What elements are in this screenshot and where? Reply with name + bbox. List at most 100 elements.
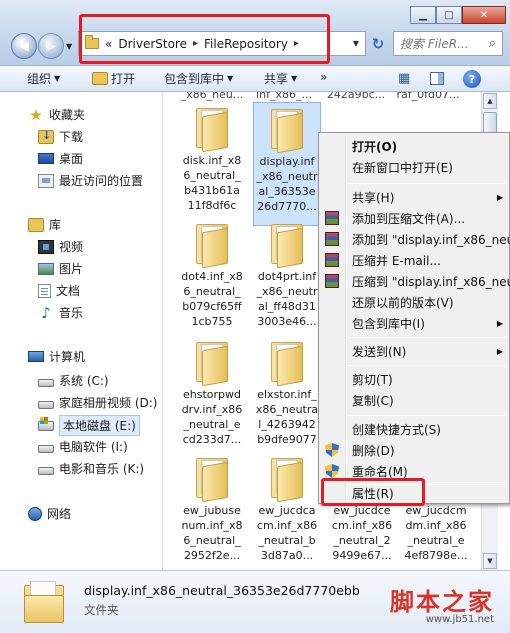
- nav-drive-k[interactable]: 电影和音乐 (K:): [38, 460, 144, 477]
- file-name-partial[interactable]: 242a9bc...: [322, 92, 390, 101]
- nav-label: 图片: [59, 262, 84, 276]
- nav-desktop[interactable]: 桌面: [38, 150, 83, 167]
- nav-recent-places[interactable]: 最近访问的位置: [38, 172, 143, 189]
- back-button[interactable]: ◀: [11, 33, 37, 59]
- menu-separator: [347, 415, 507, 416]
- help-button[interactable]: ?: [463, 70, 481, 88]
- winrar-icon: [325, 274, 339, 288]
- nav-label: 计算机: [49, 350, 86, 364]
- menu-item-compress-to-named[interactable]: 压缩到 "display.inf_x86_neut: [319, 271, 510, 292]
- file-name-partial[interactable]: inf_x86_...: [250, 92, 318, 101]
- menu-item-copy[interactable]: 复制(C): [319, 390, 509, 411]
- folder-item[interactable]: dot4.inf_x8 6_neutral_ b079cf65ff 1cb755: [178, 222, 246, 329]
- scroll-down-button[interactable]: ▼: [483, 553, 497, 569]
- file-name-partial[interactable]: raf_0fd07...: [394, 92, 462, 101]
- menu-label: 压缩到 "display.inf_x86_neut: [352, 275, 510, 289]
- video-library-icon: [38, 239, 54, 254]
- refresh-icon: ↻: [371, 35, 385, 53]
- nav-label: 最近访问的位置: [59, 174, 144, 188]
- navigation-pane: ★ 收藏夹 下载 桌面 最近访问的位置 库 视频 图片 文档 ♪ 音乐 计算机 …: [0, 92, 163, 570]
- close-button[interactable]: ✕: [462, 6, 506, 24]
- recent-pages-dropdown[interactable]: ▼: [66, 42, 72, 51]
- menu-item-restore-previous[interactable]: 还原以前的版本(V): [319, 292, 509, 313]
- search-input[interactable]: 搜索 FileR... ⌕: [393, 31, 503, 56]
- open-button[interactable]: 打开: [92, 70, 135, 87]
- menu-item-add-to-archive[interactable]: 添加到压缩文件(A)...: [319, 208, 509, 229]
- nav-videos[interactable]: 视频: [38, 238, 83, 255]
- folder-item[interactable]: disk.inf_x8 6_neutral_ b431b61a 11f8df6c: [178, 106, 246, 213]
- file-name-partial[interactable]: _x86_neu...: [178, 92, 246, 101]
- include-in-library-menu[interactable]: 包含到库中 ▼: [164, 70, 233, 87]
- winrar-icon: [325, 211, 339, 225]
- nav-label: 电影和音乐 (K:): [59, 462, 145, 476]
- refresh-button[interactable]: ↻: [367, 33, 389, 55]
- folder-item[interactable]: ehstorpwd drv.inf_x86 _neutral_e cd233d7...: [178, 340, 246, 447]
- menu-item-include-in-library[interactable]: 包含到库中(I) ▶: [319, 313, 509, 334]
- folder-icon: [192, 340, 232, 387]
- scroll-up-button[interactable]: ▲: [483, 93, 497, 109]
- menu-item-open-new-window[interactable]: 在新窗口中打开(E): [319, 157, 509, 178]
- folder-icon: [267, 107, 307, 154]
- preview-pane-button[interactable]: [430, 72, 444, 85]
- minimize-button[interactable]: ▁: [410, 6, 436, 24]
- nav-computer[interactable]: 计算机: [28, 348, 85, 365]
- menu-item-add-to-named-archive[interactable]: 添加到 "display.inf_x86_neutr: [319, 229, 510, 250]
- folder-item[interactable]: elxstor.inf_ x86_neutra l_4263942 b9dfe9077: [253, 340, 321, 447]
- menu-item-send-to[interactable]: 发送到(N) ▶: [319, 341, 509, 362]
- nav-downloads[interactable]: 下载: [38, 128, 83, 145]
- nav-drive-c[interactable]: 系统 (C:): [38, 372, 109, 389]
- menu-item-compress-email[interactable]: 压缩并 E-mail...: [319, 250, 509, 271]
- submenu-arrow-icon: ▶: [496, 319, 503, 328]
- forward-button[interactable]: ▶: [38, 33, 64, 59]
- menu-item-delete[interactable]: 删除(D): [319, 440, 509, 461]
- folder-name: display.inf _x86_neutr al_36353e 26d7770...: [256, 155, 318, 213]
- address-highlight-box: [79, 14, 330, 64]
- toolbar-overflow-button[interactable]: »: [320, 70, 327, 84]
- watermark-url: www.jb51.net: [425, 614, 494, 625]
- nav-label: 桌面: [59, 152, 84, 166]
- address-dropdown-button[interactable]: ▼: [346, 31, 366, 56]
- folder-name: ew_jucdce cm.inf_x86 _neutral_2 9499e67...: [331, 504, 393, 562]
- view-icon: ▦: [398, 71, 411, 86]
- folder-item[interactable]: ew_jucdca cm.inf_x86 _neutral_b 3d87a0...: [253, 456, 321, 563]
- chevron-down-icon: ▼: [227, 74, 234, 83]
- menu-item-share[interactable]: 共享(H) ▶: [319, 187, 509, 208]
- include-in-library-label: 包含到库中: [164, 72, 225, 86]
- nav-libraries[interactable]: 库: [28, 216, 61, 233]
- chevron-down-icon: ▼: [54, 74, 61, 83]
- folder-item[interactable]: dot4prt.inf _x86_neutr al_ff48d31 3003e46..…: [253, 222, 321, 329]
- selected-item-type: 文件夹: [84, 603, 119, 617]
- organize-menu[interactable]: 组织 ▼: [27, 70, 60, 87]
- menu-separator: [347, 337, 507, 338]
- maximize-button[interactable]: □: [436, 6, 462, 24]
- menu-item-create-shortcut[interactable]: 创建快捷方式(S): [319, 419, 509, 440]
- nav-favorites[interactable]: ★ 收藏夹: [28, 106, 85, 123]
- nav-drive-i[interactable]: 电脑软件 (I:): [38, 438, 128, 455]
- nav-pictures[interactable]: 图片: [38, 260, 83, 277]
- nav-label: 音乐: [59, 306, 84, 320]
- nav-label: 家庭相册视频 (D:): [59, 396, 158, 410]
- window-controls: ▁ □ ✕: [410, 6, 506, 24]
- menu-label: 创建快捷方式(S): [352, 423, 441, 437]
- folder-name: ew_jubuse num.inf_x8 6_neutral_ 2952f2e...: [181, 504, 243, 562]
- folder-name: ew_jucdcm dm.inf_x86 _neutral_e 4ef8798e...: [404, 504, 468, 562]
- nav-music[interactable]: ♪ 音乐: [38, 304, 83, 321]
- search-icon[interactable]: ⌕: [489, 36, 496, 51]
- change-view-button[interactable]: ▦: [398, 71, 410, 86]
- nav-label: 库: [49, 218, 62, 232]
- nav-network[interactable]: 网络: [28, 505, 71, 522]
- folder-item[interactable]: ew_jubuse num.inf_x8 6_neutral_ 2952f2e...: [178, 456, 246, 563]
- nav-label: 文档: [56, 284, 81, 298]
- menu-item-open[interactable]: 打开(O): [319, 136, 509, 157]
- share-menu[interactable]: 共享 ▼: [264, 70, 297, 87]
- command-bar: 组织 ▼ 打开 包含到库中 ▼ 共享 ▼ » ▦ ?: [0, 66, 510, 92]
- nav-drive-e[interactable]: 本地磁盘 (E:): [38, 415, 140, 436]
- nav-drive-d[interactable]: 家庭相册视频 (D:): [38, 394, 157, 411]
- nav-documents[interactable]: 文档: [38, 282, 80, 299]
- nav-label: 本地磁盘 (E:): [59, 415, 140, 436]
- folder-icon: [267, 222, 307, 269]
- menu-item-cut[interactable]: 剪切(T): [319, 369, 509, 390]
- folder-item-selected[interactable]: display.inf _x86_neutr al_36353e 26d7770...: [253, 102, 321, 226]
- chevron-down-icon: ▼: [487, 557, 493, 565]
- watermark-title: 脚本之家: [390, 587, 494, 616]
